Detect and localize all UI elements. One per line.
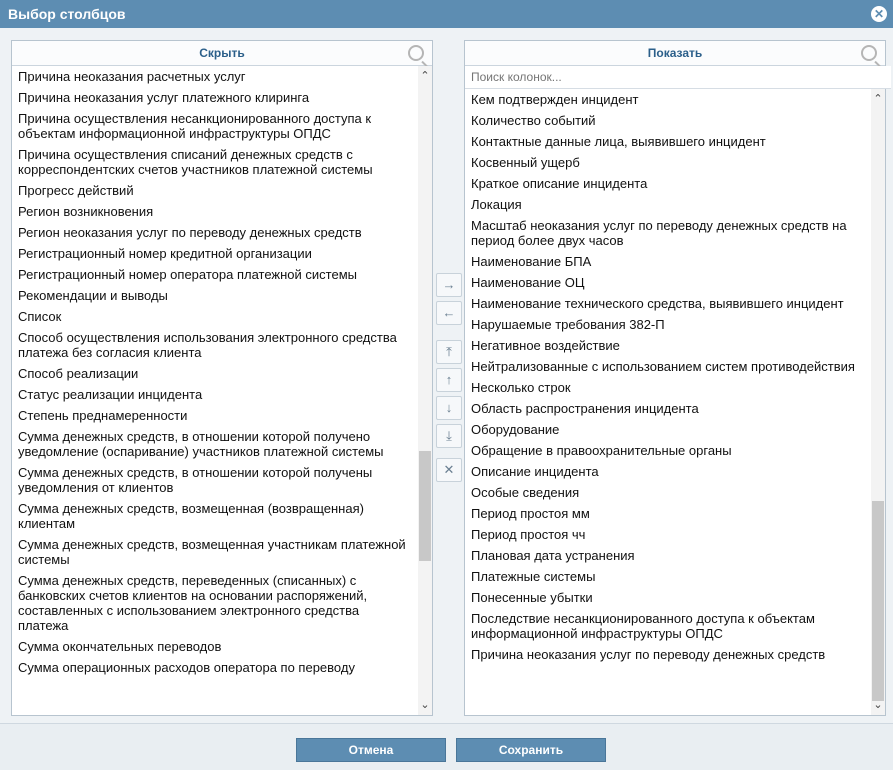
scroll-thumb[interactable] (419, 451, 431, 561)
list-item[interactable]: Способ осуществления использования элект… (12, 327, 416, 363)
list-item[interactable]: Нейтрализованные с использованием систем… (465, 356, 869, 377)
column-search-input[interactable] (465, 66, 891, 89)
hidden-columns-panel: Скрыть Причина неоказания расчетных услу… (11, 40, 433, 716)
list-item[interactable]: Нарушаемые требования 382-П (465, 314, 869, 335)
visible-panel-header: Показать (465, 41, 885, 66)
list-item[interactable]: Краткое описание инцидента (465, 173, 869, 194)
list-item[interactable]: Понесенные убытки (465, 587, 869, 608)
scroll-up-icon[interactable]: ⌃ (871, 92, 885, 106)
cancel-button[interactable]: Отмена (296, 738, 446, 762)
close-icon[interactable]: ✕ (871, 6, 887, 22)
list-item[interactable]: Сумма денежных средств, возмещенная учас… (12, 534, 416, 570)
move-up-button[interactable]: ↑ (436, 368, 462, 392)
list-item[interactable]: Сумма денежных средств, в отношении кото… (12, 462, 416, 498)
list-item[interactable]: Особые сведения (465, 482, 869, 503)
scroll-thumb[interactable] (872, 501, 884, 701)
list-item[interactable]: Степень преднамеренности (12, 405, 416, 426)
list-item[interactable]: Сумма денежных средств, переведенных (сп… (12, 570, 416, 636)
hidden-panel-header: Скрыть (12, 41, 432, 66)
list-item[interactable]: Кем подтвержден инцидент (465, 89, 869, 110)
move-bottom-button[interactable]: ⤓ (436, 424, 462, 448)
hidden-columns-list: Причина неоказания расчетных услуг Причин… (12, 66, 416, 715)
list-item[interactable]: Контактные данные лица, выявившего инцид… (465, 131, 869, 152)
move-left-button[interactable]: ← (436, 301, 462, 325)
list-item[interactable]: Масштаб неоказания услуг по переводу ден… (465, 215, 869, 251)
list-item[interactable]: Сумма денежных средств, в отношении кото… (12, 426, 416, 462)
list-item[interactable]: Регион возникновения (12, 201, 416, 222)
left-scrollbar[interactable]: ⌃ ⌄ (418, 66, 432, 715)
scroll-up-icon[interactable]: ⌃ (418, 69, 432, 83)
list-item[interactable]: Прогресс действий (12, 180, 416, 201)
list-item[interactable]: Период простоя мм (465, 503, 869, 524)
remove-button[interactable]: ✕ (436, 458, 462, 482)
scroll-down-icon[interactable]: ⌄ (418, 698, 432, 712)
list-item[interactable]: Платежные системы (465, 566, 869, 587)
list-item[interactable]: Причина осуществления несанкционированно… (12, 108, 416, 144)
move-right-button[interactable]: → (436, 273, 462, 297)
list-item[interactable]: Локация (465, 194, 869, 215)
dialog-body: Скрыть Причина неоказания расчетных услу… (0, 28, 893, 723)
scroll-down-icon[interactable]: ⌄ (871, 698, 885, 712)
move-top-button[interactable]: ⤒ (436, 340, 462, 364)
visible-columns-panel: Показать Кем подтвержден инцидентКоличес… (464, 40, 891, 716)
search-icon[interactable] (408, 45, 424, 61)
dialog-footer: Отмена Сохранить (0, 723, 893, 770)
list-item[interactable]: Оборудование (465, 419, 869, 440)
list-item[interactable]: Косвенный ущерб (465, 152, 869, 173)
list-item[interactable]: Причина осуществления списаний денежных … (12, 144, 416, 180)
hidden-panel-title: Скрыть (199, 46, 245, 60)
list-item[interactable]: Регистрационный номер оператора платежно… (12, 264, 416, 285)
list-item[interactable]: Рекомендации и выводы (12, 285, 416, 306)
list-item[interactable]: Список (12, 306, 416, 327)
search-icon[interactable] (861, 45, 877, 61)
list-item[interactable]: Статус реализации инцидента (12, 384, 416, 405)
list-item[interactable]: Наименование БПА (465, 251, 869, 272)
dialog-titlebar: Выбор столбцов ✕ (0, 0, 893, 28)
list-item[interactable]: Область распространения инцидента (465, 398, 869, 419)
list-item[interactable]: Описание инцидента (465, 461, 869, 482)
list-item[interactable]: Сумма операционных расходов оператора по… (12, 657, 416, 678)
list-item[interactable]: Причина неоказания услуг платежного клир… (12, 87, 416, 108)
list-item[interactable]: Причина неоказания услуг по переводу ден… (465, 644, 869, 665)
list-item[interactable]: Сумма денежных средств, возмещенная (воз… (12, 498, 416, 534)
list-item[interactable]: Наименование технического средства, выяв… (465, 293, 869, 314)
save-button[interactable]: Сохранить (456, 738, 606, 762)
list-item[interactable]: Негативное воздействие (465, 335, 869, 356)
list-item[interactable]: Плановая дата устранения (465, 545, 869, 566)
dialog-title: Выбор столбцов (8, 6, 126, 22)
visible-columns-list: Кем подтвержден инцидент Количество событ… (465, 89, 869, 715)
visible-panel-title: Показать (647, 46, 703, 60)
list-item[interactable]: Обращение в правоохранительные органы (465, 440, 869, 461)
list-item[interactable]: Несколько строк (465, 377, 869, 398)
list-item[interactable]: Последствие несанкционированного доступа… (465, 608, 869, 644)
list-item[interactable]: Наименование ОЦ (465, 272, 869, 293)
move-down-button[interactable]: ↓ (436, 396, 462, 420)
list-item[interactable]: Регион неоказания услуг по переводу дене… (12, 222, 416, 243)
list-item[interactable]: Период простоя чч (465, 524, 869, 545)
list-item[interactable]: Способ реализации (12, 363, 416, 384)
list-item[interactable]: Количество событий (465, 110, 869, 131)
list-item[interactable]: Сумма окончательных переводов (12, 636, 416, 657)
right-scrollbar[interactable]: ⌃ ⌄ (871, 89, 885, 715)
list-item[interactable]: Регистрационный номер кредитной организа… (12, 243, 416, 264)
list-item[interactable]: Причина неоказания расчетных услуг (12, 66, 416, 87)
